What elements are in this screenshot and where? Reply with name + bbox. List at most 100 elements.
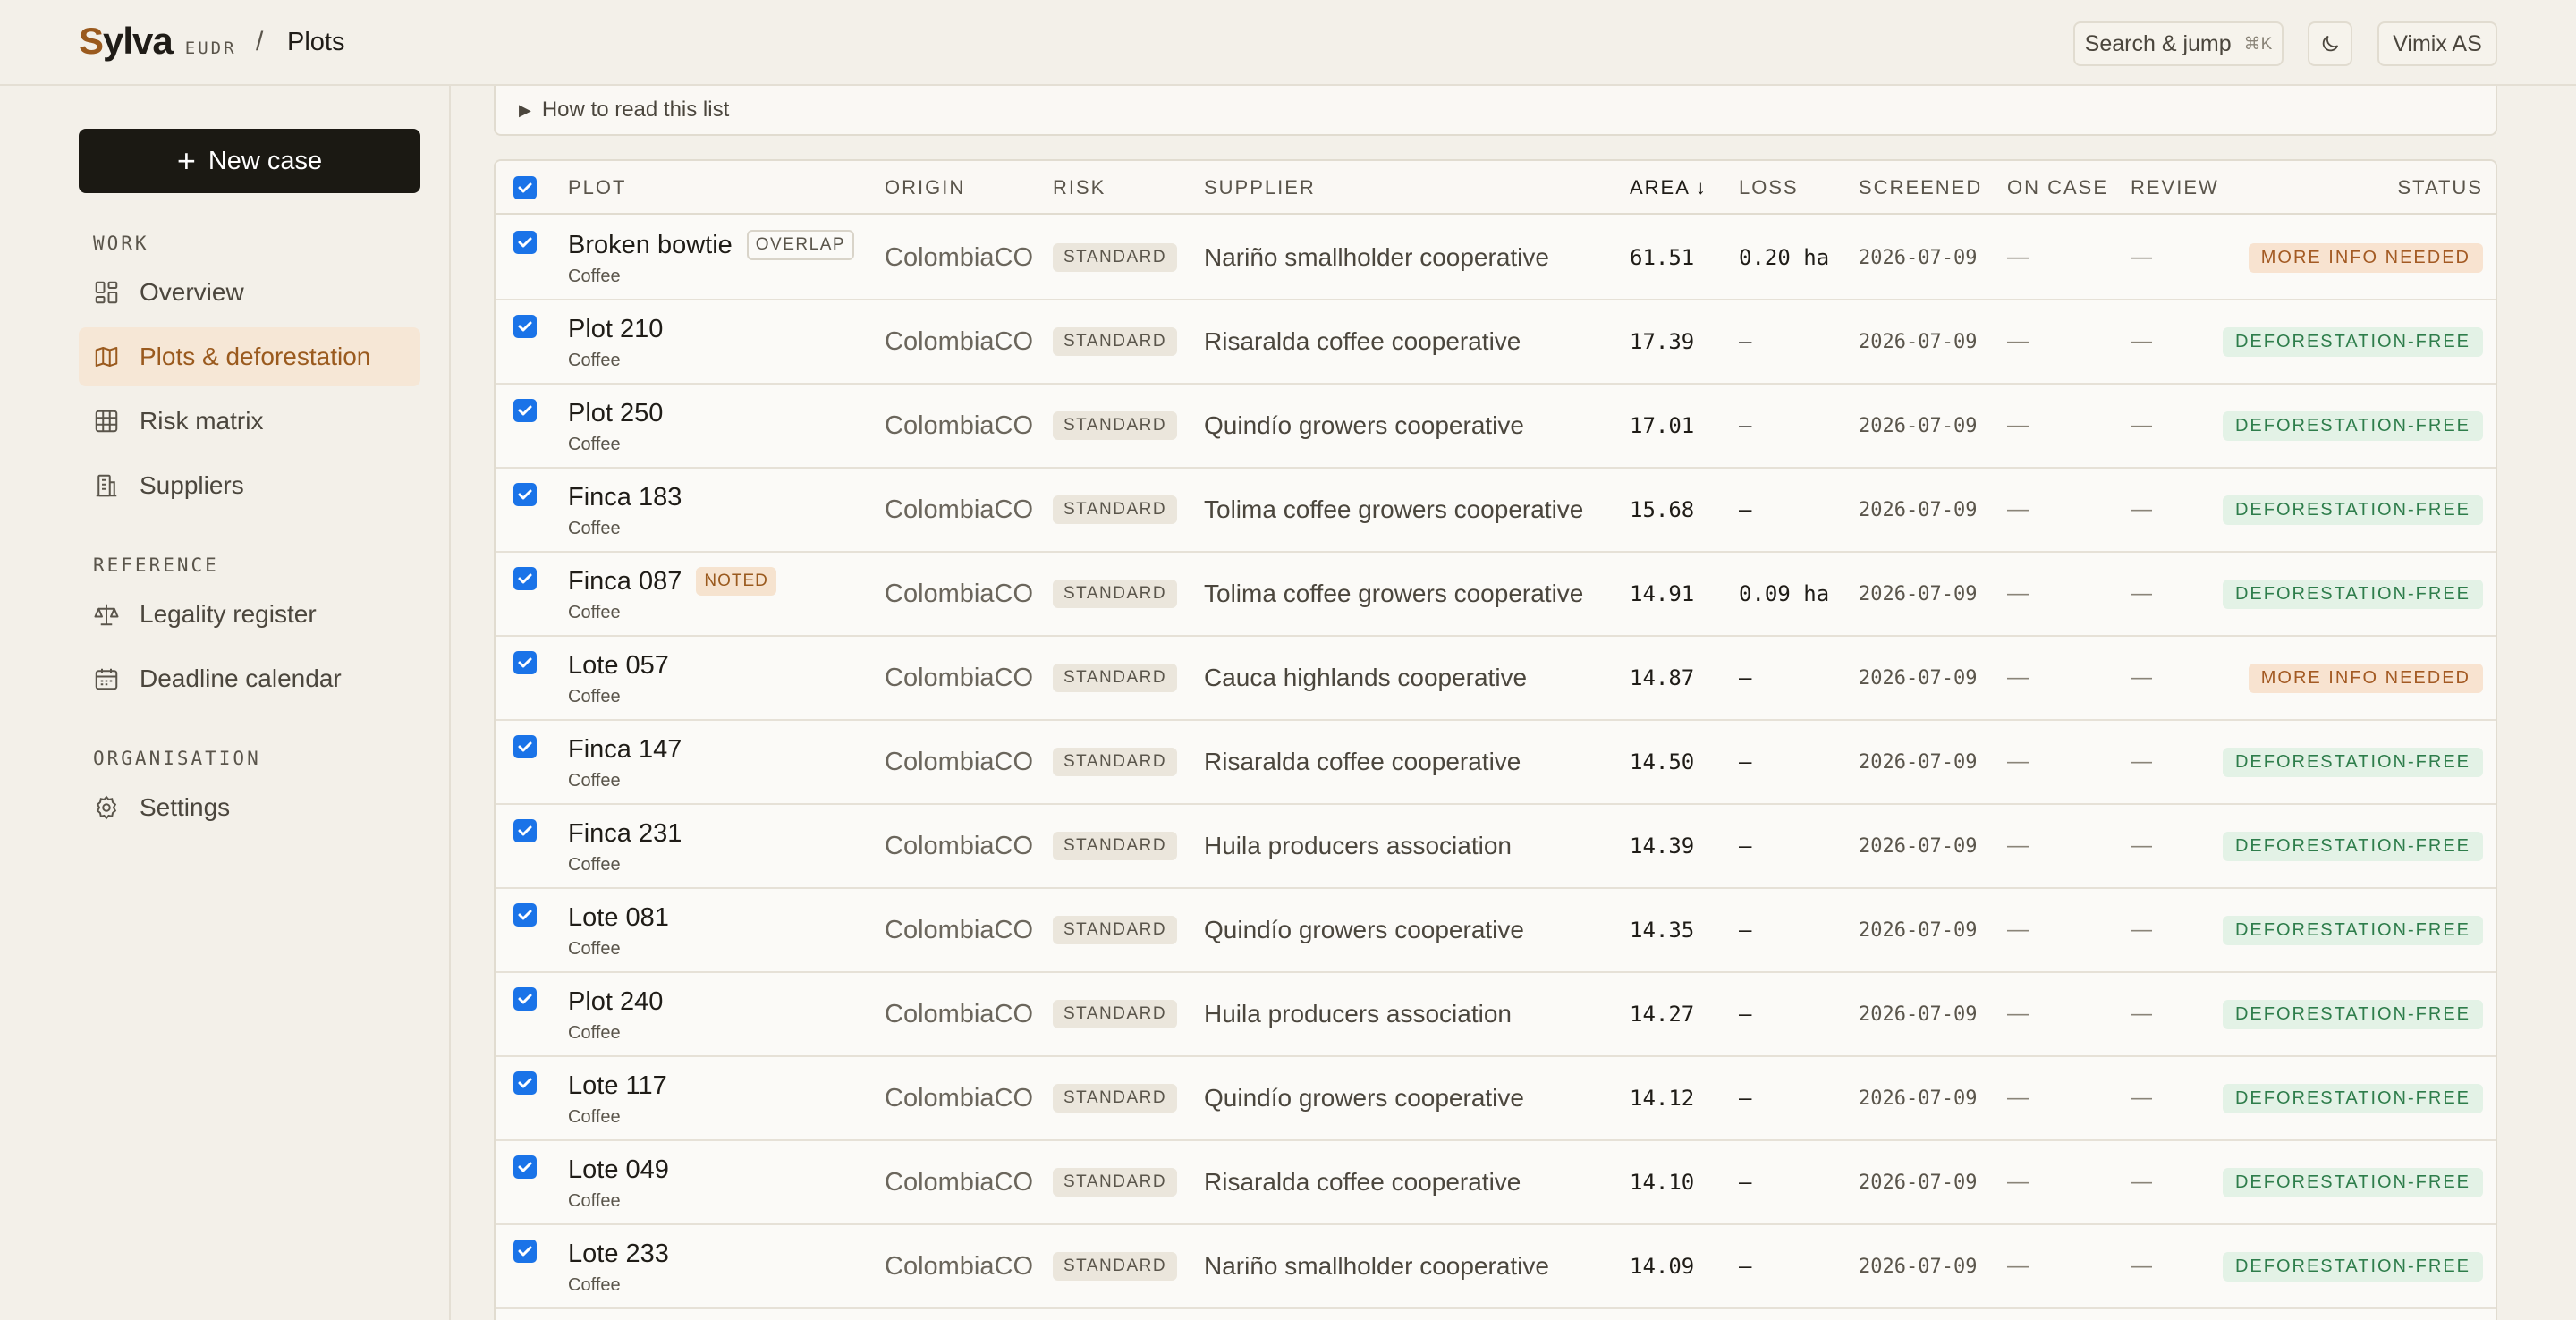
table-row[interactable]: Plot 240 Coffee Colombia CO STANDARD Hui… [496, 973, 2496, 1057]
plot-commodity-cell: Coffee [568, 769, 621, 792]
review-cell: — [2131, 216, 2152, 299]
checkbox[interactable] [513, 819, 537, 842]
checkbox[interactable] [513, 567, 537, 590]
table-row[interactable]: Broken bowtie OVERLAP Coffee Colombia CO… [496, 216, 2496, 300]
row-checkbox[interactable] [513, 399, 537, 422]
brand-logo[interactable]: Sylva EUDR [79, 20, 237, 63]
sidebar-item-risk-matrix[interactable]: Risk matrix [79, 392, 420, 451]
plot-name-link[interactable]: Finca 183 [568, 483, 682, 512]
checkbox[interactable] [513, 1240, 537, 1263]
row-checkbox[interactable] [513, 735, 537, 758]
sort-descending-icon: ↓ [1695, 176, 1707, 199]
row-checkbox[interactable] [513, 567, 537, 590]
supplier-name[interactable]: Cauca highlands cooperative [1204, 664, 1527, 692]
column-header-loss[interactable]: LOSS [1739, 161, 1799, 215]
supplier-name[interactable]: Quindío growers cooperative [1204, 916, 1524, 944]
column-header-review[interactable]: REVIEW [2131, 161, 2219, 215]
checkbox[interactable] [513, 231, 537, 254]
origin-country-code: CO [994, 410, 1034, 440]
checkbox[interactable] [513, 176, 537, 199]
supplier-name[interactable]: Risaralda coffee cooperative [1204, 748, 1521, 776]
table-row[interactable]: Lote 049 Coffee Colombia CO STANDARD Ris… [496, 1141, 2496, 1225]
checkbox[interactable] [513, 1155, 537, 1179]
checkbox[interactable] [513, 399, 537, 422]
plot-name-link[interactable]: Plot 210 [568, 315, 663, 344]
table-row[interactable]: Finca 231 Coffee Colombia CO STANDARD Hu… [496, 805, 2496, 889]
row-checkbox[interactable] [513, 987, 537, 1011]
supplier-name[interactable]: Huila producers association [1204, 832, 1512, 860]
on-case-value: — [2007, 329, 2029, 353]
organisation-button[interactable]: Vimix AS [2377, 21, 2497, 66]
supplier-name[interactable]: Risaralda coffee cooperative [1204, 1168, 1521, 1197]
column-header-risk[interactable]: RISK [1053, 161, 1106, 215]
row-checkbox[interactable] [513, 231, 537, 254]
table-row[interactable]: Lote 081 Coffee Colombia CO STANDARD Qui… [496, 889, 2496, 973]
plot-name-link[interactable]: Finca 087 [568, 567, 682, 597]
sidebar-item-overview[interactable]: Overview [79, 263, 420, 322]
screened-cell: 2026-07-09 [1859, 1141, 1977, 1223]
plot-name-link[interactable]: Finca 147 [568, 735, 682, 765]
checkbox[interactable] [513, 1071, 537, 1095]
column-header-on-case[interactable]: ON CASE [2007, 161, 2108, 215]
table-row[interactable]: Plot 210 Coffee Colombia CO STANDARD Ris… [496, 300, 2496, 385]
checkbox[interactable] [513, 987, 537, 1011]
loss-cell: — [1739, 385, 1751, 467]
column-header-origin[interactable]: ORIGIN [885, 161, 965, 215]
origin-country-code: CO [994, 326, 1034, 356]
select-all-checkbox[interactable] [513, 161, 537, 215]
column-header-area[interactable]: AREA ↓ [1630, 161, 1707, 215]
how-to-read-disclosure[interactable]: ▶ How to read this list [494, 86, 2497, 136]
supplier-name[interactable]: Quindío growers cooperative [1204, 1084, 1524, 1113]
row-checkbox[interactable] [513, 903, 537, 927]
supplier-name[interactable]: Nariño smallholder cooperative [1204, 1252, 1549, 1281]
row-checkbox[interactable] [513, 1155, 537, 1179]
checkbox[interactable] [513, 903, 537, 927]
new-case-button[interactable]: + New case [79, 129, 420, 193]
plot-name-link[interactable]: Plot 250 [568, 399, 663, 428]
supplier-name[interactable]: Risaralda coffee cooperative [1204, 327, 1521, 356]
row-checkbox[interactable] [513, 1071, 537, 1095]
sidebar-item-settings[interactable]: Settings [79, 778, 420, 837]
plot-name-link[interactable]: Lote 233 [568, 1240, 669, 1269]
table-row[interactable]: Lote 057 Coffee Colombia CO STANDARD Cau… [496, 637, 2496, 721]
row-checkbox[interactable] [513, 315, 537, 338]
sidebar-item-deadline-calendar[interactable]: Deadline calendar [79, 649, 420, 708]
column-header-supplier[interactable]: SUPPLIER [1204, 161, 1316, 215]
supplier-name[interactable]: Nariño smallholder cooperative [1204, 243, 1549, 272]
plot-name-link[interactable]: Broken bowtie [568, 231, 733, 260]
sidebar-item-plots-deforestation[interactable]: Plots & deforestation [79, 327, 420, 386]
supplier-name[interactable]: Huila producers association [1204, 1000, 1512, 1028]
table-row[interactable]: Plot 250 Coffee Colombia CO STANDARD Qui… [496, 385, 2496, 469]
row-checkbox[interactable] [513, 1240, 537, 1263]
loss-value: — [1739, 918, 1752, 943]
checkbox[interactable] [513, 315, 537, 338]
column-header-screened[interactable]: SCREENED [1859, 161, 1982, 215]
sidebar-item-suppliers[interactable]: Suppliers [79, 456, 420, 515]
checkbox[interactable] [513, 735, 537, 758]
plot-name-link[interactable]: Lote 081 [568, 903, 669, 933]
table-row[interactable]: Finca 183 Coffee Colombia CO STANDARD To… [496, 469, 2496, 553]
row-checkbox[interactable] [513, 483, 537, 506]
supplier-name[interactable]: Tolima coffee growers cooperative [1204, 580, 1583, 608]
column-header-status[interactable]: STATUS [2397, 161, 2483, 215]
table-row[interactable]: Finca 087 NOTED Coffee Colombia CO STAND… [496, 553, 2496, 637]
checkbox[interactable] [513, 651, 537, 674]
table-row[interactable]: Lote 233 Coffee Colombia CO STANDARD Nar… [496, 1225, 2496, 1309]
supplier-name[interactable]: Quindío growers cooperative [1204, 411, 1524, 440]
plot-name-link[interactable]: Plot 240 [568, 987, 663, 1017]
search-jump-button[interactable]: Search & jump ⌘K [2073, 21, 2284, 66]
plot-name-link[interactable]: Finca 231 [568, 819, 682, 849]
plot-name-link[interactable]: Lote 057 [568, 651, 669, 681]
plot-name-link[interactable]: Lote 049 [568, 1155, 669, 1185]
checkbox[interactable] [513, 483, 537, 506]
theme-toggle-button[interactable] [2308, 21, 2352, 66]
plot-name-link[interactable]: Lote 117 [568, 1071, 667, 1101]
table-row[interactable]: Finca 147 Coffee Colombia CO STANDARD Ri… [496, 721, 2496, 805]
table-row[interactable]: Lote 117 Coffee Colombia CO STANDARD Qui… [496, 1057, 2496, 1141]
column-header-plot[interactable]: PLOT [568, 161, 626, 215]
row-checkbox[interactable] [513, 651, 537, 674]
supplier-name[interactable]: Tolima coffee growers cooperative [1204, 495, 1583, 524]
sidebar-item-legality-register[interactable]: Legality register [79, 585, 420, 644]
screened-date: 2026-07-09 [1859, 1255, 1978, 1278]
row-checkbox[interactable] [513, 819, 537, 842]
